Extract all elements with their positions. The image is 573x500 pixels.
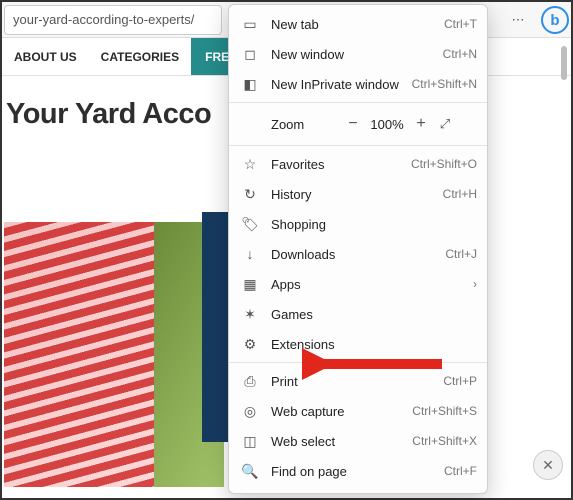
shopping-icon: 🏷: [241, 216, 259, 233]
print-icon: ⎙: [241, 373, 259, 390]
zoom-in-button[interactable]: +: [409, 115, 433, 133]
new-window-icon: ◻: [241, 46, 259, 63]
inprivate-icon: ◧: [241, 76, 259, 93]
menu-apps[interactable]: ▦ Apps ›: [229, 269, 487, 299]
menu-find[interactable]: 🔍 Find on page Ctrl+F: [229, 456, 487, 486]
menu-favorites[interactable]: ☆ Favorites Ctrl+Shift+O: [229, 149, 487, 179]
menu-web-capture[interactable]: ◎ Web capture Ctrl+Shift+S: [229, 396, 487, 426]
menu-shortcut: Ctrl+T: [444, 17, 477, 31]
zoom-label: Zoom: [271, 117, 341, 132]
apps-icon: ▦: [241, 276, 259, 293]
find-icon: 🔍: [241, 463, 259, 480]
menu-separator: [229, 362, 487, 363]
menu-shopping[interactable]: 🏷 Shopping: [229, 209, 487, 239]
bing-icon[interactable]: b: [541, 6, 569, 34]
more-options-button[interactable]: ⋯: [503, 5, 535, 35]
nav-about[interactable]: ABOUT US: [2, 38, 89, 75]
nav-categories[interactable]: CATEGORIES: [89, 38, 191, 75]
close-button[interactable]: ✕: [533, 450, 563, 480]
web-select-icon: ◫: [241, 433, 259, 450]
menu-new-window[interactable]: ◻ New window Ctrl+N: [229, 39, 487, 69]
chevron-right-icon: ›: [467, 277, 477, 291]
menu-extensions[interactable]: ⚙ Extensions: [229, 329, 487, 359]
hero-image: [4, 222, 224, 487]
downloads-icon: ↓: [241, 246, 259, 262]
web-capture-icon: ◎: [241, 403, 259, 420]
menu-more-tools[interactable]: More tools ›: [229, 486, 487, 494]
menu-zoom: Zoom − 100% + ⤢: [229, 106, 487, 142]
games-icon: ✶: [241, 306, 259, 323]
menu-web-select[interactable]: ◫ Web select Ctrl+Shift+X: [229, 426, 487, 456]
url-input[interactable]: your-yard-according-to-experts/: [4, 5, 222, 35]
hero-accent-bar: [202, 212, 230, 442]
menu-new-tab[interactable]: ▭ New tab Ctrl+T: [229, 9, 487, 39]
menu-games[interactable]: ✶ Games: [229, 299, 487, 329]
extensions-icon: ⚙: [241, 336, 259, 353]
menu-separator: [229, 145, 487, 146]
star-icon: ☆: [241, 156, 259, 173]
new-tab-icon: ▭: [241, 16, 259, 33]
menu-print[interactable]: ⎙ Print Ctrl+P: [229, 366, 487, 396]
history-icon: ↻: [241, 186, 259, 203]
scrollbar-thumb[interactable]: [561, 46, 567, 80]
zoom-value: 100%: [365, 117, 409, 132]
menu-new-inprivate[interactable]: ◧ New InPrivate window Ctrl+Shift+N: [229, 69, 487, 99]
menu-history[interactable]: ↻ History Ctrl+H: [229, 179, 487, 209]
zoom-out-button[interactable]: −: [341, 115, 365, 133]
toolbar-right: ⋯ b: [503, 5, 569, 35]
menu-label: New tab: [271, 17, 444, 32]
browser-menu: ▭ New tab Ctrl+T ◻ New window Ctrl+N ◧ N…: [228, 4, 488, 494]
menu-downloads[interactable]: ↓ Downloads Ctrl+J: [229, 239, 487, 269]
menu-separator: [229, 102, 487, 103]
fullscreen-button[interactable]: ⤢: [433, 116, 457, 132]
